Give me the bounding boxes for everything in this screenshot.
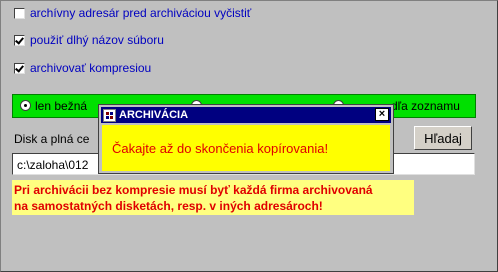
checkbox-compression[interactable] — [14, 62, 25, 74]
radio-by-list-label: dľa zoznamu — [391, 99, 460, 113]
option-compression[interactable]: archivovať kompresiou — [14, 61, 151, 75]
archive-dialog: ARCHIVÁCIA × Čakajte až do skončenia kop… — [98, 104, 394, 174]
dialog-title: ARCHIVÁCIA — [119, 109, 189, 121]
checkbox-long-filename[interactable] — [14, 34, 25, 46]
close-icon[interactable]: × — [375, 108, 389, 121]
option-clean-archive-dir[interactable]: archívny adresár pred archiváciou vyčist… — [14, 6, 251, 20]
option-label: archivovať kompresiou — [30, 61, 152, 75]
disk-path-label: Disk a plná ce — [14, 132, 90, 146]
radio-regular-label: len bežná — [35, 99, 88, 113]
warning-line-2: na samostatných disketách, resp. v iných… — [14, 199, 323, 213]
checkbox-clean-archive-dir[interactable] — [14, 7, 25, 19]
compression-warning: Pri archivácii bez kompresie musí byť ka… — [12, 180, 414, 215]
option-long-filename[interactable]: použiť dlhý názov súboru — [14, 33, 164, 47]
search-button[interactable]: Hľadaj — [414, 126, 472, 150]
warning-line-1: Pri archivácii bez kompresie musí byť ka… — [14, 183, 373, 197]
option-label: použiť dlhý názov súboru — [30, 33, 164, 47]
option-label: archívny adresár pred archiváciou vyčist… — [30, 6, 252, 20]
dialog-titlebar[interactable]: ARCHIVÁCIA × — [101, 107, 391, 123]
radio-regular[interactable] — [20, 100, 31, 111]
dialog-message: Čakajte až do skončenia kopírovania! — [112, 140, 329, 156]
app-icon — [103, 108, 116, 122]
dialog-body: Čakajte až do skončenia kopírovania! — [102, 125, 390, 171]
